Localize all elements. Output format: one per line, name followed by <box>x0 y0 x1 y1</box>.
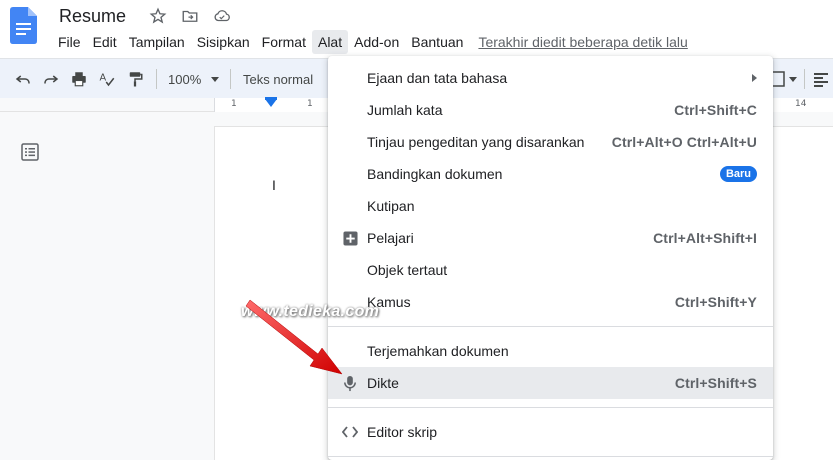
cloud-saved-icon[interactable] <box>212 6 232 26</box>
zoom-value: 100% <box>168 71 202 87</box>
menu-item-label: Bandingkan dokumen <box>367 166 503 182</box>
paragraph-style-select[interactable]: Teks normal <box>243 68 333 90</box>
image-options-icon[interactable] <box>770 68 798 90</box>
last-edit-link[interactable]: Terakhir diedit beberapa detik lalu <box>478 34 687 50</box>
menu-item-label: Objek tertaut <box>367 262 448 278</box>
menu-insert[interactable]: Sisipkan <box>191 30 256 54</box>
menu-item-spelling-grammar[interactable]: Ejaan dan tata bahasa <box>328 62 773 94</box>
toolbar-separator <box>230 69 231 89</box>
menu-tools[interactable]: Alat <box>311 30 349 54</box>
menu-item-shortcut: Ctrl+Shift+S <box>674 375 757 391</box>
menu-item-shortcut: Ctrl+Shift+Y <box>674 294 757 310</box>
menu-item-label: Editor skrip <box>367 424 438 440</box>
ruler-number: 14 <box>795 99 807 109</box>
document-outline-icon[interactable] <box>20 142 40 162</box>
menu-item-citations[interactable]: Kutipan <box>328 190 773 222</box>
align-left-icon[interactable] <box>812 68 830 90</box>
left-indent-handle[interactable] <box>265 99 277 107</box>
menu-separator <box>328 326 773 327</box>
menu-item-compare-documents[interactable]: Bandingkan dokumen Baru <box>328 158 773 190</box>
chevron-down-icon <box>211 76 220 82</box>
menu-format[interactable]: Format <box>256 30 312 54</box>
toolbar-separator <box>156 69 157 89</box>
menu-separator <box>328 456 773 457</box>
code-icon <box>342 424 358 440</box>
ruler-number: 1 <box>231 99 237 109</box>
menu-item-translate-document[interactable]: Terjemahkan dokumen <box>328 335 773 367</box>
svg-text:A: A <box>100 73 107 84</box>
paint-format-icon[interactable] <box>124 68 146 90</box>
title-actions <box>148 6 232 26</box>
menu-item-script-editor[interactable]: Editor skrip <box>328 416 773 448</box>
submenu-arrow-icon <box>752 74 757 82</box>
spellcheck-icon[interactable]: A <box>96 68 118 90</box>
menu-item-shortcut: Ctrl+Alt+O Ctrl+Alt+U <box>611 134 757 150</box>
menu-file[interactable]: File <box>52 30 87 54</box>
menu-item-label: Pelajari <box>367 230 414 246</box>
paragraph-style-value: Teks normal <box>243 71 314 87</box>
redo-icon[interactable] <box>40 68 62 90</box>
menu-view[interactable]: Tampilan <box>123 30 191 54</box>
move-to-folder-icon[interactable] <box>180 6 200 26</box>
menu-item-dictionary[interactable]: Kamus Ctrl+Shift+Y <box>328 286 773 318</box>
menu-item-label: Ejaan dan tata bahasa <box>367 70 508 86</box>
menu-item-shortcut: Ctrl+Shift+C <box>674 102 757 118</box>
menu-item-label: Tinjau pengeditan yang disarankan <box>367 134 585 150</box>
menu-item-label: Terjemahkan dokumen <box>367 343 509 359</box>
star-icon[interactable] <box>148 6 168 26</box>
microphone-icon <box>342 375 358 391</box>
document-title[interactable]: Resume <box>59 6 126 27</box>
new-badge: Baru <box>719 166 757 182</box>
menu-item-label: Kutipan <box>367 198 415 214</box>
menu-item-voice-typing[interactable]: Dikte Ctrl+Shift+S <box>328 367 773 399</box>
menu-item-linked-objects[interactable]: Objek tertaut <box>328 254 773 286</box>
header: Resume File Edit Tampilan Sisipkan Forma… <box>0 0 833 58</box>
print-icon[interactable] <box>68 68 90 90</box>
undo-icon[interactable] <box>12 68 34 90</box>
menu-addons[interactable]: Add-on <box>348 30 405 54</box>
menu-item-review-suggested-edits[interactable]: Tinjau pengeditan yang disarankan Ctrl+A… <box>328 126 773 158</box>
zoom-select[interactable]: 100% <box>168 68 224 90</box>
menu-item-label: Jumlah kata <box>367 102 443 118</box>
menu-item-shortcut: Ctrl+Alt+Shift+I <box>653 230 757 246</box>
watermark-text: www.tedieka.com <box>241 303 380 320</box>
menu-item-label: Dikte <box>367 375 399 391</box>
tools-menu: Ejaan dan tata bahasa Jumlah kata Ctrl+S… <box>328 56 773 460</box>
text-cursor: I <box>272 177 276 193</box>
menubar: File Edit Tampilan Sisipkan Format Alat … <box>52 30 688 54</box>
google-docs-logo-icon[interactable] <box>10 7 37 44</box>
menu-separator <box>328 407 773 408</box>
menu-item-word-count[interactable]: Jumlah kata Ctrl+Shift+C <box>328 94 773 126</box>
chevron-down-icon <box>789 76 797 82</box>
ruler-number: 1 <box>307 99 313 109</box>
menu-item-explore[interactable]: Pelajari Ctrl+Alt+Shift+I <box>328 222 773 254</box>
menu-edit[interactable]: Edit <box>87 30 123 54</box>
menu-help[interactable]: Bantuan <box>405 30 469 54</box>
explore-plus-icon <box>342 230 358 246</box>
toolbar-separator <box>804 69 805 89</box>
